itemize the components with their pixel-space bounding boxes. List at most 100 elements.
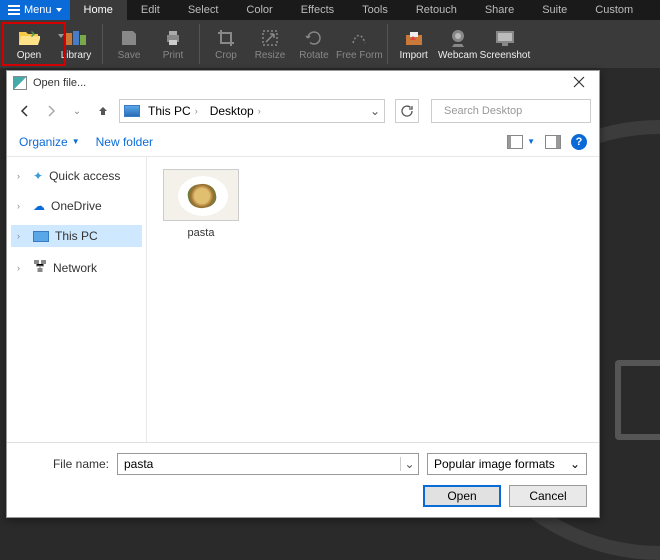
chevron-right-icon: › [258,106,261,116]
rotate-button[interactable]: Rotate [292,20,336,68]
crumb-desktop[interactable]: Desktop› [206,104,265,118]
open-label: Open [17,50,41,61]
view-icon [507,135,523,149]
tab-suite[interactable]: Suite [528,0,581,20]
filename-input[interactable] [118,457,400,471]
star-icon: ✦ [33,169,43,183]
forward-button[interactable] [41,101,61,121]
screenshot-icon [495,28,515,48]
pc-icon [33,231,49,242]
file-list[interactable]: pasta [147,157,599,442]
resize-icon [261,28,279,48]
open-file-dialog: Open file... ⌄ This PC› Desktop› ⌄ Organ… [6,70,600,518]
crop-label: Crop [215,50,237,61]
chevron-down-icon: ⌄ [570,457,580,471]
file-label: pasta [188,227,215,239]
file-type-filter[interactable]: Popular image formats⌄ [427,453,587,475]
print-button[interactable]: Print [151,20,195,68]
cloud-icon: ☁ [33,199,45,213]
chevron-down-icon[interactable] [58,34,64,38]
tab-retouch[interactable]: Retouch [402,0,471,20]
rotate-label: Rotate [299,50,328,61]
dialog-titlebar: Open file... [7,71,599,95]
import-icon [404,28,424,48]
open-button[interactable]: Open [423,485,501,507]
filename-label: File name: [19,457,109,471]
chevron-down-icon [56,8,62,12]
import-label: Import [400,50,428,61]
hamburger-icon [8,5,20,15]
crop-icon [217,28,235,48]
preview-icon [545,135,561,149]
webcam-label: Webcam [438,50,477,61]
screenshot-button[interactable]: Screenshot [480,20,531,68]
app-icon [13,76,27,90]
library-icon [66,28,86,48]
address-dropdown[interactable]: ⌄ [370,104,380,118]
file-pasta[interactable]: pasta [159,169,243,239]
webcam-button[interactable]: Webcam [436,20,480,68]
menu-label: Menu [24,4,52,16]
filename-field[interactable]: ⌄ [117,453,419,475]
preview-pane-button[interactable] [545,135,561,149]
import-button[interactable]: Import [392,20,436,68]
refresh-button[interactable] [395,99,419,123]
dialog-title: Open file... [33,77,86,89]
tab-home[interactable]: Home [70,0,127,20]
open-button[interactable]: Open [4,20,54,68]
recent-locations[interactable]: ⌄ [67,101,87,121]
freeform-label: Free Form [336,50,383,61]
pc-icon [124,105,140,117]
menu-button[interactable]: Menu [0,0,70,20]
tree-quick-access[interactable]: ›✦Quick access [11,165,142,187]
tree-this-pc[interactable]: ›This PC [11,225,142,247]
view-button[interactable]: ▼ [507,135,535,149]
crop-button[interactable]: Crop [204,20,248,68]
address-bar[interactable]: This PC› Desktop› ⌄ [119,99,385,123]
tab-edit[interactable]: Edit [127,0,174,20]
print-label: Print [163,50,184,61]
tab-custom[interactable]: Custom [581,0,647,20]
folder-open-icon [18,28,40,48]
tab-effects[interactable]: Effects [287,0,348,20]
screenshot-label: Screenshot [480,50,531,61]
tab-share[interactable]: Share [471,0,528,20]
save-icon [120,28,138,48]
tree-network[interactable]: ›Network [11,255,142,280]
close-icon [573,76,585,88]
webcam-icon [449,28,467,48]
close-button[interactable] [565,75,593,91]
tree-onedrive[interactable]: ›☁OneDrive [11,195,142,217]
nav-tree: ›✦Quick access ›☁OneDrive ›This PC ›Netw… [7,157,147,442]
freeform-icon [350,28,368,48]
library-button[interactable]: Library [54,20,98,68]
tab-color[interactable]: Color [232,0,286,20]
network-icon [33,259,47,276]
resize-button[interactable]: Resize [248,20,292,68]
search-box[interactable] [431,99,591,123]
crumb-this-pc[interactable]: This PC› [144,104,202,118]
save-label: Save [118,50,141,61]
dialog-toolbar: Organize▼ New folder ▼ ? [7,127,599,157]
help-button[interactable]: ? [571,134,587,150]
rotate-icon [305,28,323,48]
filename-dropdown[interactable]: ⌄ [400,457,418,471]
resize-label: Resize [255,50,286,61]
back-button[interactable] [15,101,35,121]
cancel-button[interactable]: Cancel [509,485,587,507]
refresh-icon [400,104,414,118]
chevron-right-icon: › [195,106,198,116]
up-button[interactable] [93,101,113,121]
organize-button[interactable]: Organize▼ [19,135,80,149]
library-label: Library [61,50,92,61]
print-icon [164,28,182,48]
dialog-nav: ⌄ This PC› Desktop› ⌄ [7,95,599,127]
freeform-button[interactable]: Free Form [336,20,383,68]
tab-select[interactable]: Select [174,0,233,20]
ribbon: Open Library Save Print Crop Resize Rota… [0,20,660,68]
dialog-footer: File name: ⌄ Popular image formats⌄ Open… [7,442,599,517]
new-folder-button[interactable]: New folder [96,135,153,149]
search-input[interactable] [444,105,586,117]
tab-tools[interactable]: Tools [348,0,402,20]
save-button[interactable]: Save [107,20,151,68]
